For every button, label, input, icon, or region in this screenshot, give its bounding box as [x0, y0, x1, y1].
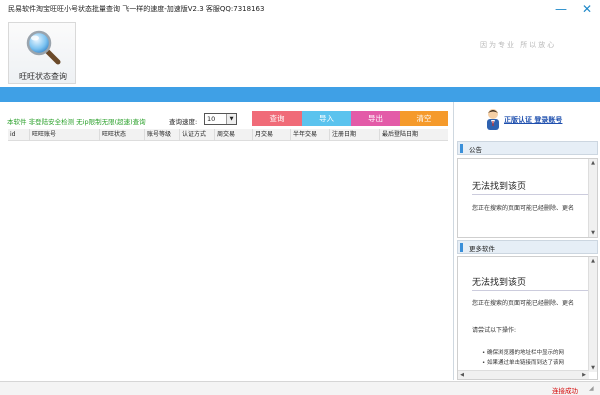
more-software-header: 更多软件	[457, 240, 598, 254]
section-marker	[460, 243, 463, 252]
try-heading: 请尝试以下操作:	[472, 327, 517, 334]
column-header[interactable]: 周交易	[215, 129, 253, 141]
title-bar: 民易软件淘宝旺旺小号状态批量查询 飞一样的速度-加速版V2.3 客服QQ:731…	[0, 0, 600, 20]
column-header[interactable]: 旺旺状态	[100, 129, 145, 141]
login-area: 正版认证 登录账号	[454, 102, 600, 139]
error-bullet: • 如果通过单击链接而到达了该网	[482, 360, 565, 366]
announcement-header: 公告	[457, 141, 598, 155]
close-button[interactable]: ✕	[580, 2, 594, 16]
magnifier-icon	[26, 30, 61, 65]
query-button[interactable]: 查询	[252, 111, 302, 126]
export-button[interactable]: 导出	[351, 111, 400, 126]
column-header[interactable]: 注册日期	[330, 129, 380, 141]
section-marker	[460, 144, 463, 153]
status-bar: 连接成功 ◢	[0, 381, 600, 395]
more-software-browser[interactable]: 无法找到该页 您正在搜索的页面可能已经删除、更名 请尝试以下操作: • 确保浏览…	[457, 256, 598, 380]
clear-button[interactable]: 清空	[400, 111, 448, 126]
accent-bar	[0, 87, 600, 102]
divider	[472, 194, 590, 195]
speed-label: 查询速度:	[169, 118, 198, 126]
announcement-browser[interactable]: 无法找到该页 您正在搜索的页面可能已经删除、更名 ▲ ▼	[457, 158, 598, 238]
status-query-tool-button[interactable]: 旺旺状态查询	[8, 22, 76, 84]
scroll-left-icon[interactable]: ◀	[458, 371, 466, 379]
column-header[interactable]: id	[8, 129, 30, 141]
import-button[interactable]: 导入	[302, 111, 351, 126]
status-query-label: 旺旺状态查询	[19, 72, 67, 81]
user-avatar-icon	[487, 109, 499, 130]
announcement-title: 公告	[469, 146, 482, 154]
window-title: 民易软件淘宝旺旺小号状态批量查询 飞一样的速度-加速版V2.3 客服QQ:731…	[8, 5, 265, 13]
right-panel: 正版认证 登录账号 公告 无法找到该页 您正在搜索的页面可能已经删除、更名 ▲ …	[453, 102, 600, 380]
slogan-text: 因为专业 所以放心	[480, 41, 557, 49]
scroll-down-icon[interactable]: ▼	[589, 364, 597, 372]
column-header[interactable]: 月交易	[253, 129, 291, 141]
results-table-body[interactable]	[8, 141, 448, 381]
toolbar	[0, 20, 600, 86]
speed-value: 10	[207, 115, 216, 123]
more-software-vertical-scrollbar[interactable]: ▲ ▼	[588, 257, 597, 372]
scroll-right-icon[interactable]: ▶	[580, 371, 588, 379]
more-software-title: 更多软件	[469, 245, 495, 253]
column-header[interactable]: 认证方式	[180, 129, 215, 141]
chevron-down-icon[interactable]: ▼	[226, 114, 236, 124]
minimize-button[interactable]: —	[554, 2, 568, 16]
error-bullet: • 确保浏览器的地址栏中显示的网	[482, 350, 565, 356]
error-page-title: 无法找到该页	[472, 182, 527, 192]
scroll-up-icon[interactable]: ▲	[589, 159, 597, 167]
connection-status: 连接成功	[552, 387, 578, 395]
column-header[interactable]: 半年交易	[291, 129, 330, 141]
login-link[interactable]: 正版认证 登录账号	[504, 115, 562, 125]
divider	[472, 290, 590, 291]
error-page-title: 无法找到该页	[472, 278, 527, 288]
column-header[interactable]: 旺旺账号	[30, 129, 100, 141]
table-header: id 旺旺账号 旺旺状态 账号等级 认证方式 周交易 月交易 半年交易 注册日期…	[8, 129, 448, 141]
column-header[interactable]: 账号等级	[145, 129, 180, 141]
resize-grip-icon[interactable]: ◢	[589, 385, 597, 393]
announcement-vertical-scrollbar[interactable]: ▲ ▼	[588, 159, 597, 237]
scroll-down-icon[interactable]: ▼	[589, 229, 597, 237]
error-page-description: 您正在搜索的页面可能已经删除、更名	[472, 205, 575, 212]
error-page-description: 您正在搜索的页面可能已经删除、更名	[472, 300, 575, 307]
column-header[interactable]: 最后登陆日期	[380, 129, 448, 141]
speed-select[interactable]: 10 ▼	[204, 113, 237, 125]
more-software-horizontal-scrollbar[interactable]: ◀ ▶	[458, 370, 589, 379]
notice-text: 本软件 非登陆安全检测 无ip限制无限(超速)查询	[7, 118, 146, 126]
scroll-up-icon[interactable]: ▲	[589, 257, 597, 265]
